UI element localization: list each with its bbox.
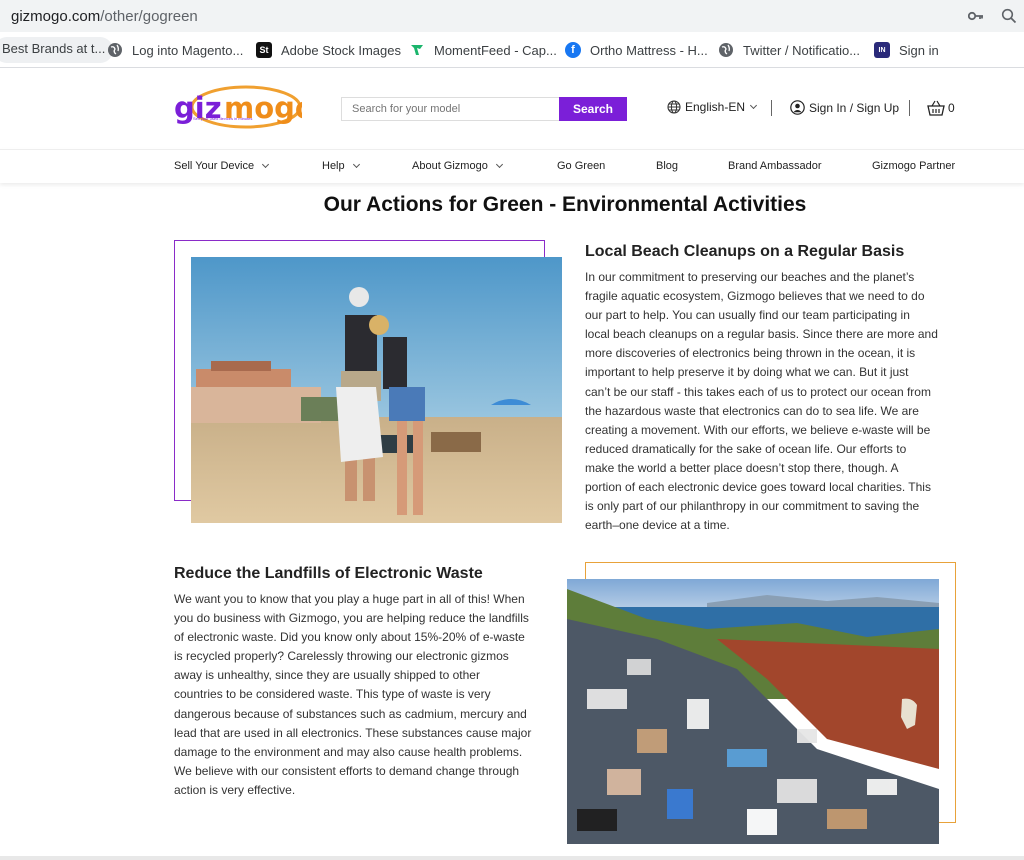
url-field[interactable]: gizmogo.com/other/gogreen xyxy=(11,8,198,25)
sign-in-link[interactable]: Sign In / Sign Up xyxy=(790,100,899,115)
nav-blog[interactable]: Blog xyxy=(656,160,678,172)
bookmark-ortho-mattress[interactable]: f Ortho Mattress - H... xyxy=(565,41,708,59)
beach-cleanup-photo xyxy=(191,257,562,523)
text-line: important to help preserve it by doing w… xyxy=(585,365,909,380)
momentfeed-icon xyxy=(409,42,425,58)
url-path: /other/gogreen xyxy=(100,8,198,25)
globe-icon xyxy=(667,100,681,114)
nav-about-gizmogo[interactable]: About Gizmogo xyxy=(412,160,503,172)
text-line: creating a movement. With our efforts, w… xyxy=(585,422,931,437)
text-line: more discoveries of electronics being th… xyxy=(585,346,916,361)
text-line: of electronic waste. Did you know only a… xyxy=(174,630,525,645)
search-input[interactable] xyxy=(341,97,559,121)
text-line: damage to the environment and may also c… xyxy=(174,744,523,759)
bookmark-sign-in[interactable]: IN Sign in xyxy=(874,41,939,59)
divider xyxy=(771,100,772,116)
bookmark-label: MomentFeed - Cap... xyxy=(434,42,557,58)
search-button[interactable]: Search xyxy=(559,97,627,121)
nav-label: About Gizmogo xyxy=(412,160,488,172)
text-line: away is unhealthy, since they are usuall… xyxy=(174,668,480,683)
browser-address-bar: gizmogo.com/other/gogreen xyxy=(0,0,1024,32)
nav-label: Help xyxy=(322,160,345,172)
indy-icon: IN xyxy=(874,42,890,58)
adobe-stock-icon: St xyxy=(256,42,272,58)
nav-help[interactable]: Help xyxy=(322,160,360,172)
sign-in-label: Sign In / Sign Up xyxy=(809,100,900,115)
cart-count: 0 xyxy=(948,101,955,115)
text-line: We believe with our consistent efforts t… xyxy=(174,763,520,778)
bookmark-momentfeed[interactable]: MomentFeed - Cap... xyxy=(409,41,557,59)
bookmark-label: Adobe Stock Images xyxy=(281,42,401,58)
text-line: We want you to know that you play a huge… xyxy=(174,592,525,606)
bookmark-label: Twitter / Notificatio... xyxy=(743,42,861,58)
bookmark-best-brands[interactable]: Best Brands at t... xyxy=(0,37,114,63)
text-line: can’t be our staff - this takes each of … xyxy=(585,384,931,399)
text-line: earth–one device at a time. xyxy=(585,518,730,533)
main-nav: Sell Your Device Help About Gizmogo Go G… xyxy=(0,149,1024,183)
facebook-icon: f xyxy=(565,42,581,58)
globe-icon xyxy=(718,42,734,58)
nav-sell-your-device[interactable]: Sell Your Device xyxy=(174,160,270,172)
page-bottom-edge xyxy=(0,856,1024,860)
nav-label: Blog xyxy=(656,160,679,172)
nav-label: Go Green xyxy=(557,160,606,172)
text-line: is recycled properly? Carelessly throwin… xyxy=(174,649,509,664)
text-line: make the world a better place doesn’t st… xyxy=(585,460,899,475)
text-line: countries to be considered waste. This t… xyxy=(174,687,491,702)
text-line: is only part of our philanthropy in our … xyxy=(585,499,920,514)
text-line: lead that are used in all electronics. T… xyxy=(174,725,532,740)
nav-label: Sell Your Device xyxy=(174,160,255,172)
logo-tagline: Sell your used devices in minutes xyxy=(193,116,253,121)
user-icon xyxy=(790,100,805,115)
bookmark-label: Sign in xyxy=(899,42,939,58)
nav-go-green[interactable]: Go Green xyxy=(557,160,605,172)
section-title-beach: Local Beach Cleanups on a Regular Basis xyxy=(585,243,905,260)
zoom-icon[interactable] xyxy=(1000,7,1018,25)
text-line: reduced dramatically for the sake of oce… xyxy=(585,441,907,456)
chevron-down-icon xyxy=(749,101,758,110)
nav-gizmogo-partner[interactable]: Gizmogo Partner xyxy=(872,160,955,172)
section-body-beach: In our commitment to preserving our beac… xyxy=(585,268,960,535)
text-line: fragile aquatic ecosystem, Gizmogo belie… xyxy=(585,289,925,304)
text-line: action is very effective. xyxy=(174,782,296,797)
language-label: English-EN xyxy=(685,100,746,114)
basket-icon xyxy=(927,100,945,116)
language-selector[interactable]: English-EN xyxy=(667,100,758,114)
bookmark-adobe-stock[interactable]: St Adobe Stock Images xyxy=(256,41,401,59)
text-line: you do business with Gizmogo, you are he… xyxy=(174,611,529,626)
chevron-down-icon xyxy=(495,160,503,169)
nav-brand-ambassador[interactable]: Brand Ambassador xyxy=(728,160,822,172)
site-header: giz mogo Sell your used devices in minut… xyxy=(0,69,1024,149)
globe-icon xyxy=(107,42,123,58)
cart-button[interactable]: 0 xyxy=(927,100,955,116)
text-line: local beach cleanups on a regular basis.… xyxy=(585,327,938,342)
page-title: Our Actions for Green - Environmental Ac… xyxy=(323,193,807,216)
key-icon[interactable] xyxy=(967,7,985,25)
text-line: the hazardous waste that electronics can… xyxy=(585,403,919,418)
landfill-photo xyxy=(567,579,939,844)
bookmark-label: Ortho Mattress - H... xyxy=(590,42,708,58)
chevron-down-icon xyxy=(262,160,270,169)
bookmarks-bar: Best Brands at t... Log into Magento... … xyxy=(0,32,1024,68)
nav-label: Brand Ambassador xyxy=(728,160,822,172)
bookmark-label: Best Brands at t... xyxy=(2,41,106,56)
url-host: gizmogo.com xyxy=(11,8,101,25)
text-line: our part to help. You can usually find o… xyxy=(585,308,910,323)
nav-label: Gizmogo Partner xyxy=(872,160,956,172)
chevron-down-icon xyxy=(352,160,360,169)
divider xyxy=(909,100,910,116)
text-line: dangerous because of substances such as … xyxy=(174,706,527,721)
text-line: In our commitment to preserving our beac… xyxy=(585,270,915,284)
section-title-landfill: Reduce the Landfills of Electronic Waste xyxy=(174,565,483,582)
gizmogo-logo[interactable]: giz mogo Sell your used devices in minut… xyxy=(174,83,315,135)
bookmark-magento[interactable]: Log into Magento... xyxy=(107,41,243,59)
bookmark-label: Log into Magento... xyxy=(132,42,244,58)
section-body-landfill: We want you to know that you play a huge… xyxy=(174,590,554,800)
text-line: portion of each electronic device goes t… xyxy=(585,480,931,495)
bookmark-twitter[interactable]: Twitter / Notificatio... xyxy=(718,41,860,59)
